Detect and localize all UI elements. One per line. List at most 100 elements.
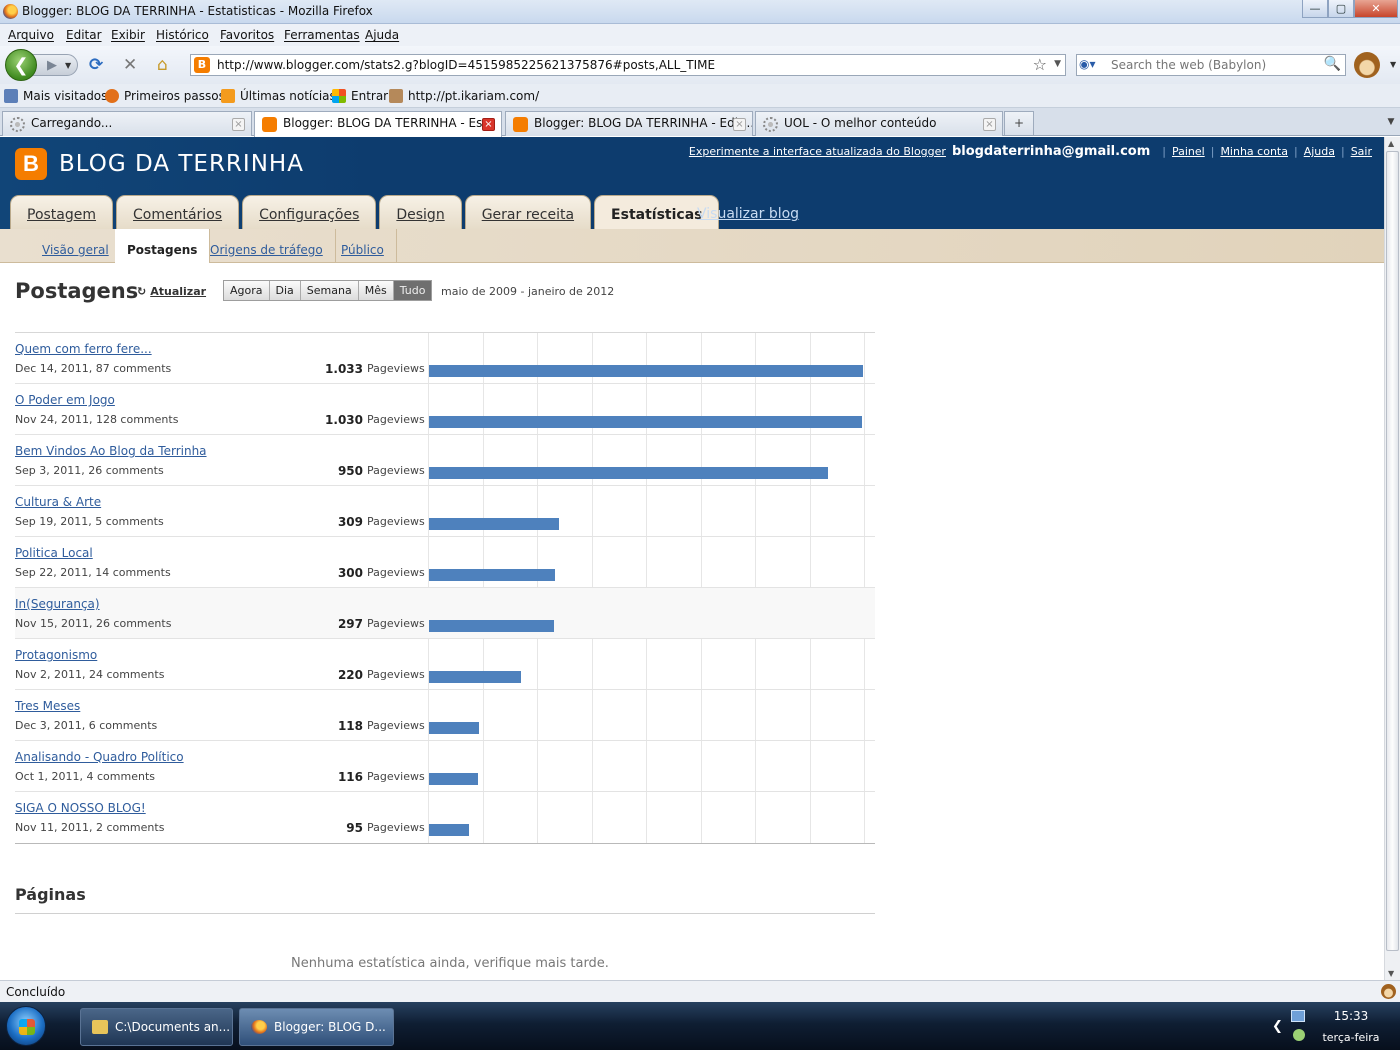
post-meta: Oct 1, 2011, 4 comments [15, 770, 155, 783]
taskbar-firefox[interactable]: Blogger: BLOG D... [239, 1008, 394, 1046]
close-window-button[interactable]: ✕ [1354, 0, 1398, 18]
try-new-interface-link[interactable]: Experimente a interface atualizada do Bl… [689, 145, 946, 158]
bookmark-primeiros-passos[interactable]: Primeiros passos [105, 89, 225, 103]
menu-arquivo[interactable]: Arquivo [8, 28, 54, 42]
volume-icon[interactable] [1293, 1029, 1305, 1041]
bookmark-mais-visitados[interactable]: Mais visitados [4, 89, 107, 103]
pageview-count: 220 [337, 668, 363, 682]
menu-ajuda[interactable]: Ajuda [365, 28, 399, 42]
post-title-link[interactable]: Tres Meses [15, 699, 80, 713]
vertical-scrollbar[interactable]: ▲ ▼ [1384, 137, 1400, 980]
range-agora[interactable]: Agora [224, 281, 270, 300]
folder-icon [4, 89, 18, 103]
post-title-link[interactable]: SIGA O NOSSO BLOG! [15, 801, 146, 815]
pageview-bar [429, 365, 863, 377]
post-meta: Sep 19, 2011, 5 comments [15, 515, 164, 528]
search-input[interactable] [1111, 57, 1321, 73]
scroll-down-icon[interactable]: ▼ [1388, 969, 1394, 978]
new-tab-button[interactable]: + [1004, 111, 1034, 135]
url-dropdown-icon[interactable]: ▼ [1054, 59, 1061, 69]
pageviews-label: Pageviews [367, 464, 425, 477]
taskbar-explorer[interactable]: C:\Documents an... [80, 1008, 233, 1046]
bookmark-entrar[interactable]: Entrar [332, 89, 388, 103]
blogger-favicon [262, 117, 277, 132]
monkey-status-icon[interactable] [1381, 984, 1396, 999]
menu-ferramentas[interactable]: Ferramentas [284, 28, 360, 42]
post-title-link[interactable]: Quem com ferro fere... [15, 342, 152, 356]
tab-comentarios[interactable]: Comentários [116, 195, 240, 229]
ajuda-link[interactable]: Ajuda [1304, 145, 1335, 158]
pageview-bar [429, 416, 862, 428]
home-icon[interactable]: ⌂ [157, 56, 168, 74]
sair-link[interactable]: Sair [1351, 145, 1372, 158]
range-mes[interactable]: Mês [358, 281, 394, 300]
subtab-visao-geral[interactable]: Visão geral [30, 229, 122, 263]
start-button[interactable] [6, 1006, 46, 1046]
tab-configuracoes[interactable]: Configurações [242, 195, 377, 229]
clock-time[interactable]: 15:33 [1322, 1009, 1380, 1023]
painel-link[interactable]: Painel [1172, 145, 1205, 158]
monkey-addon-icon[interactable] [1354, 52, 1380, 78]
folder-icon [92, 1020, 108, 1034]
post-title-link[interactable]: Politica Local [15, 546, 93, 560]
range-semana[interactable]: Semana [300, 281, 359, 300]
subtab-postagens[interactable]: Postagens [115, 229, 211, 263]
post-title-link[interactable]: Bem Vindos Ao Blog da Terrinha [15, 444, 207, 458]
minimize-button[interactable]: — [1302, 0, 1328, 18]
post-title-link[interactable]: Cultura & Arte [15, 495, 101, 509]
maximize-button[interactable]: ▢ [1328, 0, 1354, 18]
tab-blogger-edit[interactable]: Blogger: BLOG DA TERRINHA - Edit... × [505, 111, 753, 136]
tab-postagem[interactable]: Postagem [10, 195, 114, 229]
stop-icon[interactable]: ✕ [123, 56, 137, 74]
blogger-favicon: B [194, 57, 210, 73]
url-bar[interactable]: B http://www.blogger.com/stats2.g?blogID… [190, 54, 1066, 76]
close-tab-icon[interactable]: × [983, 118, 996, 131]
view-blog-link[interactable]: Visualizar blog [697, 206, 799, 222]
menu-favoritos[interactable]: Favoritos [220, 28, 274, 42]
bookmark-star-icon[interactable]: ☆ [1033, 55, 1047, 74]
bookmark-ultimas-noticias[interactable]: Últimas notícias [221, 89, 336, 103]
bookmark-ikariam[interactable]: http://pt.ikariam.com/ [389, 89, 539, 103]
range-tudo[interactable]: Tudo [393, 281, 432, 300]
tab-uol[interactable]: UOL - O melhor conteúdo × [755, 111, 1003, 136]
close-tab-icon[interactable]: × [482, 118, 495, 131]
scroll-up-icon[interactable]: ▲ [1388, 139, 1394, 148]
menu-exibir[interactable]: Exibir [111, 28, 145, 42]
babylon-engine-icon[interactable]: ◉▾ [1079, 57, 1107, 73]
tab-blogger-stats[interactable]: Blogger: BLOG DA TERRINHA - Es... × [254, 111, 502, 137]
pageviews-label: Pageviews [367, 413, 425, 426]
close-tab-icon[interactable]: × [232, 118, 245, 131]
tab-design[interactable]: Design [379, 195, 462, 229]
scrollbar-thumb[interactable] [1386, 151, 1399, 951]
forward-button[interactable]: ▶ ▼ [32, 54, 78, 76]
pageview-bar [429, 518, 559, 530]
menu-editar[interactable]: Editar [66, 28, 102, 42]
post-title-link[interactable]: Analisando - Quadro Político [15, 750, 184, 764]
network-icon[interactable] [1291, 1010, 1305, 1022]
refresh-link[interactable]: ↻ Atualizar [137, 285, 206, 298]
post-title-link[interactable]: Protagonismo [15, 648, 97, 662]
tray-expand-icon[interactable]: ❮ [1272, 1019, 1283, 1034]
post-meta: Dec 3, 2011, 6 comments [15, 719, 158, 732]
search-bar[interactable]: ◉▾ 🔍 [1076, 54, 1346, 76]
search-magnifier-icon[interactable]: 🔍 [1324, 56, 1341, 72]
addon-dropdown-icon[interactable]: ▼ [1390, 60, 1396, 69]
pageview-bar [429, 722, 479, 734]
subtab-publico[interactable]: Público [329, 229, 397, 263]
close-tab-icon[interactable]: × [733, 118, 746, 131]
menu-historico[interactable]: Histórico [156, 28, 209, 42]
post-title-link[interactable]: O Poder em Jogo [15, 393, 115, 407]
url-text[interactable]: http://www.blogger.com/stats2.g?blogID=4… [217, 58, 715, 72]
history-dropdown-icon[interactable]: ▼ [65, 61, 71, 70]
minha-conta-link[interactable]: Minha conta [1220, 145, 1288, 158]
back-button[interactable]: ❮ [5, 49, 37, 81]
blogger-logo-icon[interactable]: B [15, 148, 47, 180]
reload-icon[interactable]: ⟳ [89, 56, 103, 74]
tab-gerar-receita[interactable]: Gerar receita [464, 195, 592, 229]
subtab-origens-de-trafego[interactable]: Origens de tráfego [198, 229, 336, 263]
range-dia[interactable]: Dia [269, 281, 301, 300]
table-row: Cultura & Arte Sep 19, 2011, 5 comments 30… [15, 486, 875, 537]
tab-loading[interactable]: Carregando... × [2, 111, 252, 136]
tab-list-dropdown-icon[interactable]: ▼ [1382, 111, 1400, 135]
post-title-link[interactable]: In(Segurança) [15, 597, 100, 611]
